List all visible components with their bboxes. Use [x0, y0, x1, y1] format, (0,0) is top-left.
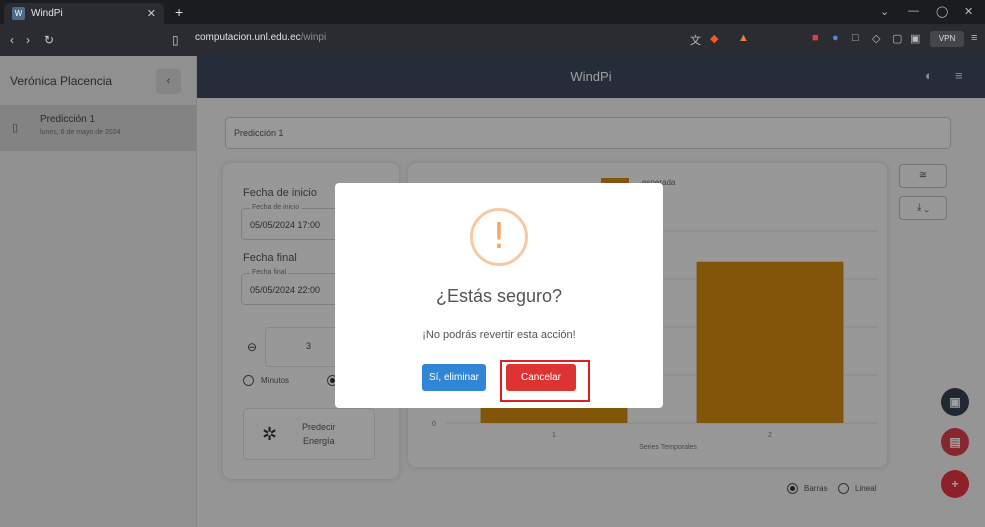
windpi-favicon-icon: W [12, 7, 25, 20]
warning-icon: ! [470, 208, 528, 266]
minimize-icon[interactable]: — [908, 5, 919, 17]
extension-g-icon[interactable]: ● [832, 32, 839, 44]
sidebar-panel-icon[interactable]: □ [852, 32, 859, 44]
tab-list-icon[interactable]: ⌄ [880, 5, 889, 18]
confirm-dialog: ! ¿Estás seguro? ¡No podrás revertir est… [335, 183, 663, 408]
menu-icon[interactable]: ≡ [971, 32, 977, 44]
confirm-delete-button[interactable]: Sí, eliminar [422, 364, 486, 391]
forward-icon[interactable]: › [26, 33, 30, 47]
address-bar: ‹ › ↻ ▯ computacion.unl.edu.ec/winpi 文 ◆… [0, 24, 985, 56]
browser-tab[interactable]: W WindPi ✕ [4, 3, 164, 24]
dialog-title: ¿Estás seguro? [435, 286, 563, 306]
url-field[interactable]: computacion.unl.edu.ec/winpi [195, 32, 326, 43]
extension-icon[interactable]: ■ [812, 32, 819, 44]
browser-tab-bar: W WindPi ✕ + ⌄ — ◯ ✕ [0, 0, 985, 24]
vpn-button[interactable]: VPN [930, 31, 964, 47]
back-icon[interactable]: ‹ [10, 33, 14, 47]
restore-icon[interactable]: ◯ [936, 5, 948, 18]
close-tab-icon[interactable]: ✕ [147, 7, 156, 20]
url-path: /winpi [300, 32, 327, 43]
wallet-icon[interactable]: ▣ [910, 32, 920, 45]
cancel-highlight-box [500, 360, 590, 402]
dialog-text: ¡No podrás revertir esta acción! [422, 329, 576, 341]
reading-list-icon[interactable]: ▢ [892, 32, 902, 45]
close-window-icon[interactable]: ✕ [964, 5, 973, 18]
shield-icon[interactable]: ◆ [710, 32, 718, 45]
bookmark-icon[interactable]: ▯ [172, 33, 179, 47]
url-domain: computacion.unl.edu.ec [195, 32, 301, 43]
translate-icon[interactable]: 文 [690, 32, 701, 48]
extensions-icon[interactable]: ◇ [872, 32, 880, 45]
rewards-icon[interactable]: ▲ [738, 32, 749, 44]
reload-icon[interactable]: ↻ [44, 33, 54, 47]
new-tab-icon[interactable]: + [175, 4, 183, 20]
tab-title: WindPi [31, 8, 63, 19]
